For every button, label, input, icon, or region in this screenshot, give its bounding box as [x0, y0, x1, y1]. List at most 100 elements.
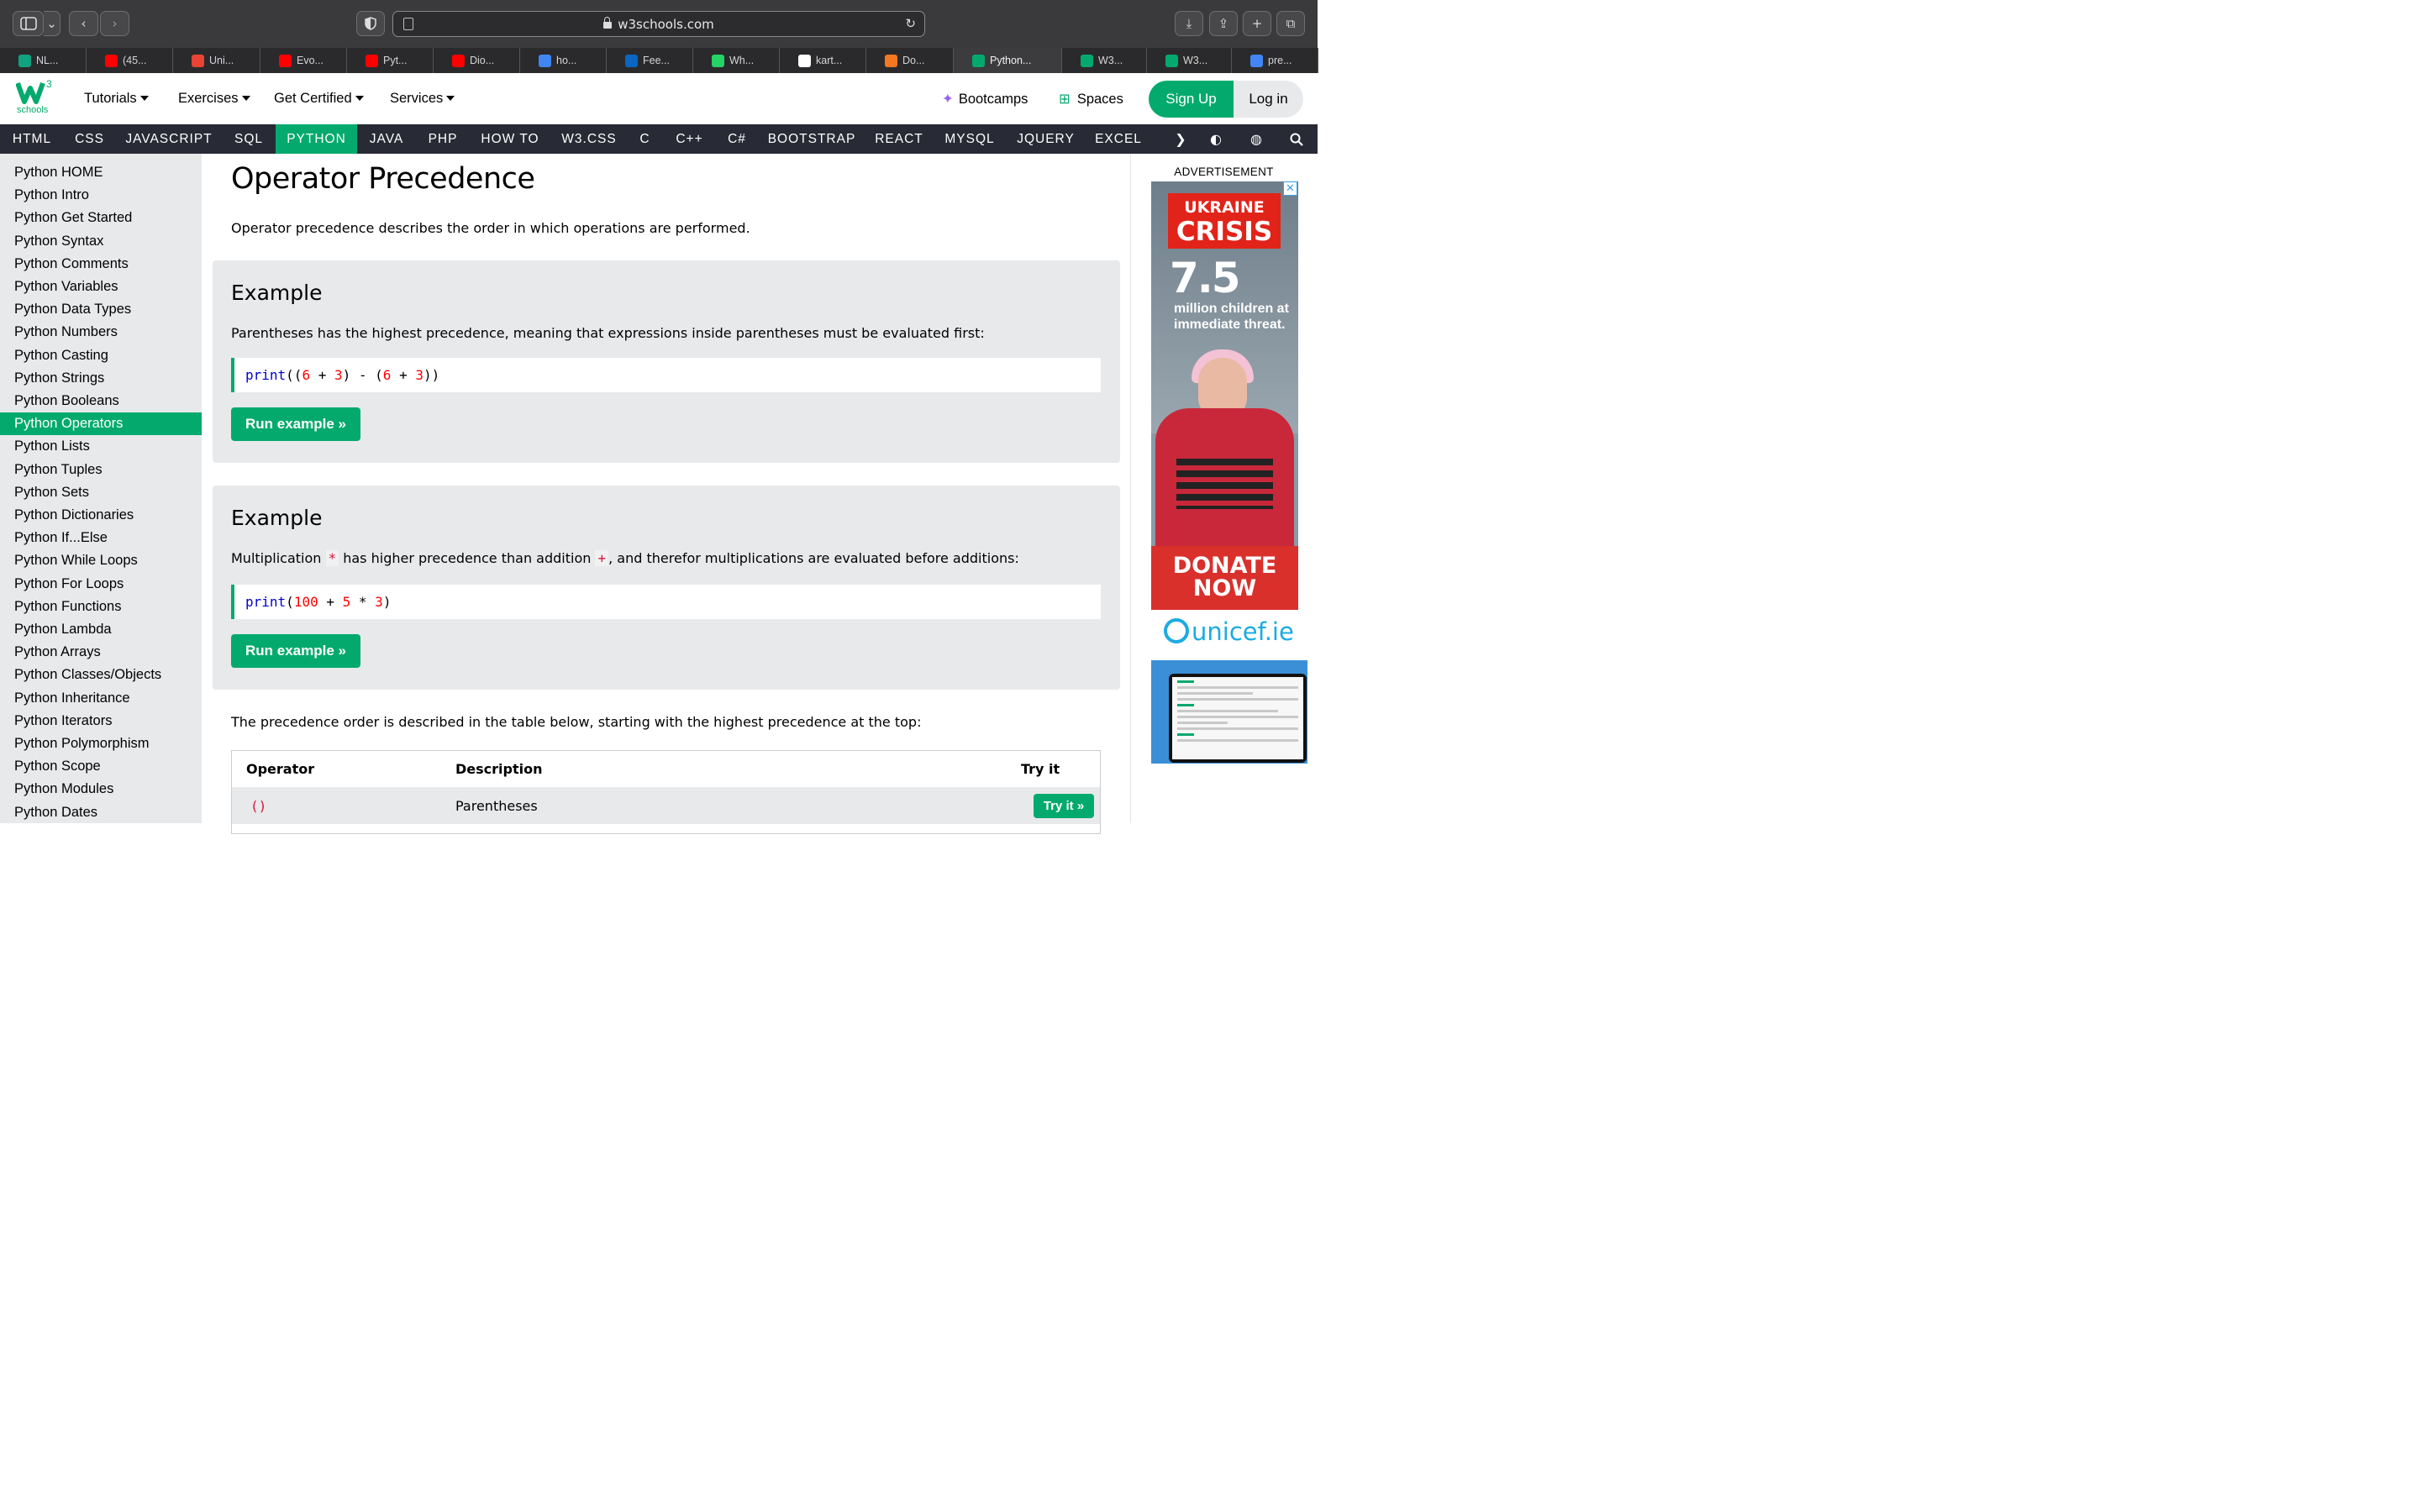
menu-get-certified[interactable]: Get Certified	[274, 91, 364, 107]
topic-java[interactable]: JAVA	[357, 124, 416, 154]
page-title: Operator Precedence	[231, 162, 535, 196]
topic-javascript[interactable]: JAVASCRIPT	[115, 124, 223, 154]
browser-tab[interactable]: Uni...	[173, 48, 260, 73]
browser-tab[interactable]: W3...	[1147, 48, 1232, 73]
w3schools-icon	[1081, 54, 1093, 67]
topic-c[interactable]: C#	[717, 124, 757, 154]
browser-tab[interactable]: pre...	[1232, 48, 1318, 73]
sidebar-item[interactable]: Python Get Started	[0, 207, 202, 229]
menu-services[interactable]: Services	[390, 91, 455, 107]
topic-w3-css[interactable]: W3.CSS	[550, 124, 628, 154]
topic-mysql[interactable]: MYSQL	[932, 124, 1007, 154]
topic-react[interactable]: REACT	[866, 124, 932, 154]
unicef-logo[interactable]: unicef.ie	[1164, 617, 1294, 646]
topic-c[interactable]: C	[628, 124, 662, 154]
topic-css[interactable]: CSS	[64, 124, 115, 154]
sidebar-item[interactable]: Python Comments	[0, 253, 202, 276]
topic-jquery[interactable]: JQUERY	[1007, 124, 1084, 154]
w3schools-logo[interactable]: 3 schools	[15, 78, 55, 118]
share-icon[interactable]: ⇪	[1209, 11, 1238, 36]
chevron-down-icon[interactable]: ⌄	[44, 11, 60, 36]
sidebar-item[interactable]: Python Inheritance	[0, 687, 202, 710]
shield-icon[interactable]	[356, 11, 385, 36]
topic-python[interactable]: PYTHON	[276, 124, 357, 154]
browser-tab[interactable]: Do...	[866, 48, 954, 73]
browser-tab[interactable]: NL...	[0, 48, 87, 73]
menu-tutorials[interactable]: Tutorials	[84, 91, 149, 107]
sidebar-item[interactable]: Python Scope	[0, 755, 202, 778]
topic-sql[interactable]: SQL	[223, 124, 275, 154]
sidebar-item[interactable]: Python If...Else	[0, 527, 202, 549]
sidebar-item[interactable]: Python Casting	[0, 344, 202, 367]
sidebar-item[interactable]: Python Classes/Objects	[0, 664, 202, 686]
search-icon[interactable]	[1284, 124, 1309, 154]
reader-icon[interactable]	[403, 18, 413, 30]
sidebar-item[interactable]: Python Dates	[0, 801, 202, 823]
unicef-ad-banner[interactable]: UKRAINE CRISIS 7.5 million children at i…	[1151, 181, 1298, 610]
code-number: 100	[293, 594, 318, 610]
globe-icon[interactable]: ◍	[1244, 124, 1269, 154]
topic-excel[interactable]: EXCEL	[1084, 124, 1153, 154]
sidebar-item[interactable]: Python Lists	[0, 435, 202, 458]
run-example-button[interactable]: Run example »	[231, 634, 360, 668]
sidebar-item[interactable]: Python Numbers	[0, 321, 202, 344]
google-icon	[539, 54, 551, 67]
log-in-button[interactable]: Log in	[1234, 81, 1303, 118]
menu-exercises[interactable]: Exercises	[178, 91, 250, 107]
browser-tab[interactable]: Python...	[954, 48, 1062, 73]
browser-tab-label: NL...	[36, 55, 59, 66]
sidebar-item[interactable]: Python Iterators	[0, 710, 202, 732]
sidebar-item[interactable]: Python Dictionaries	[0, 504, 202, 527]
browser-tab[interactable]: Pyt...	[347, 48, 434, 73]
sidebar-item[interactable]: Python Booleans	[0, 390, 202, 412]
topic-how-to[interactable]: HOW TO	[470, 124, 550, 154]
browser-tab[interactable]: kart...	[780, 48, 866, 73]
sidebar-item[interactable]: Python Modules	[0, 778, 202, 801]
sidebar-item[interactable]: Python While Loops	[0, 549, 202, 572]
back-icon[interactable]: ‹	[69, 11, 98, 36]
browser-tab[interactable]: Wh...	[693, 48, 780, 73]
browser-tab[interactable]: Dio...	[434, 48, 520, 73]
forward-icon[interactable]: ›	[100, 11, 129, 36]
sidebar-item[interactable]: Python Intro	[0, 184, 202, 207]
sidebar-item[interactable]: Python Tuples	[0, 459, 202, 481]
sidebar-item[interactable]: Python HOME	[0, 161, 202, 184]
browser-tab[interactable]: (45...	[87, 48, 173, 73]
topic-bootstrap[interactable]: BOOTSTRAP	[757, 124, 866, 154]
topic-php[interactable]: PHP	[416, 124, 470, 154]
gmail-icon	[192, 54, 204, 67]
donate-now-button[interactable]: DONATE NOW	[1151, 546, 1298, 610]
sidebar-item[interactable]: Python Lambda	[0, 618, 202, 641]
browser-tab[interactable]: Evo...	[260, 48, 347, 73]
contrast-icon[interactable]: ◐	[1203, 124, 1228, 154]
sidebar-item[interactable]: Python Polymorphism	[0, 732, 202, 755]
close-icon[interactable]: ✕	[1283, 181, 1297, 196]
sidebar-item[interactable]: Python Variables	[0, 276, 202, 298]
topic-html[interactable]: HTML	[0, 124, 64, 154]
bootcamps-link[interactable]: ✦ Bootcamps	[942, 91, 1028, 108]
sidebar-toggle-icon[interactable]	[13, 11, 44, 36]
try-it-button[interactable]: Try it »	[1034, 794, 1094, 818]
browser-tab[interactable]: Fee...	[607, 48, 693, 73]
code-fn: print	[245, 594, 287, 610]
run-example-button[interactable]: Run example »	[231, 407, 360, 441]
tab-overview-icon[interactable]: ⧉	[1276, 11, 1305, 36]
sidebar-item[interactable]: Python For Loops	[0, 573, 202, 596]
download-icon[interactable]: ⤓	[1175, 11, 1203, 36]
address-bar[interactable]: w3schools.com ↻	[392, 11, 925, 37]
sidebar-item[interactable]: Python Syntax	[0, 230, 202, 253]
new-tab-icon[interactable]: +	[1243, 11, 1271, 36]
chevron-right-icon[interactable]: ❯	[1168, 124, 1193, 154]
sidebar-item[interactable]: Python Data Types	[0, 298, 202, 321]
topic-c[interactable]: C++	[662, 124, 717, 154]
spaces-link[interactable]: ⊞ Spaces	[1059, 91, 1123, 108]
browser-tab[interactable]: W3...	[1062, 48, 1147, 73]
sidebar-item[interactable]: Python Operators	[0, 412, 202, 436]
sidebar-item[interactable]: Python Arrays	[0, 641, 202, 664]
reload-icon[interactable]: ↻	[905, 16, 916, 31]
sidebar-item[interactable]: Python Strings	[0, 367, 202, 390]
sign-up-button[interactable]: Sign Up	[1149, 81, 1234, 118]
browser-tab[interactable]: ho...	[520, 48, 607, 73]
sidebar-item[interactable]: Python Functions	[0, 596, 202, 618]
sidebar-item[interactable]: Python Sets	[0, 481, 202, 504]
